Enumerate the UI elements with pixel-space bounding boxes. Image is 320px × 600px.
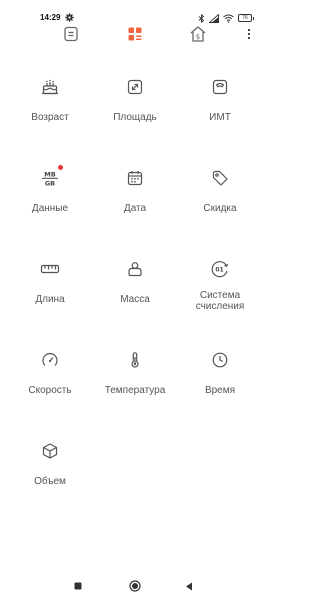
calendar-icon — [124, 167, 146, 189]
cake-icon — [39, 76, 61, 98]
more-options-button[interactable] — [238, 23, 260, 45]
battery-level: 76 — [242, 15, 248, 21]
numeral-system-icon: 01 — [209, 258, 231, 280]
tile-label: ИМТ — [209, 112, 231, 123]
ruler-icon — [39, 258, 61, 280]
tile-label: Длина — [35, 294, 65, 305]
svg-text:01: 01 — [215, 267, 223, 274]
square-icon — [74, 582, 82, 590]
tile-date[interactable]: Дата — [90, 153, 180, 233]
tile-label: Объем — [34, 476, 66, 487]
data-icon: MB GB — [39, 165, 63, 189]
signal-icon — [209, 13, 219, 23]
tile-time[interactable]: Время — [175, 335, 265, 415]
area-icon — [124, 76, 146, 98]
new-badge-dot — [58, 165, 63, 170]
calculator-icon — [64, 26, 78, 42]
calculator-tab[interactable] — [60, 23, 82, 45]
home-button[interactable] — [127, 578, 143, 594]
settings-gear-icon — [65, 13, 74, 22]
tile-label: Время — [204, 385, 236, 396]
tile-label: Система счисления — [195, 290, 245, 312]
tile-speed[interactable]: Скорость — [5, 335, 95, 415]
tile-label: Возраст — [31, 112, 69, 123]
tile-length[interactable]: Длина — [5, 244, 95, 324]
back-button[interactable] — [181, 578, 197, 594]
tile-volume[interactable]: Объем — [5, 426, 95, 506]
tile-numeral-system[interactable]: 01 Система счисления — [175, 244, 265, 324]
tile-label: Скорость — [28, 385, 72, 396]
top-nav: $ — [0, 23, 270, 47]
tile-label: Скидка — [203, 203, 237, 214]
tile-label: Площадь — [113, 112, 157, 123]
svg-text:MB: MB — [44, 171, 55, 179]
tile-mass[interactable]: Масса — [90, 244, 180, 324]
recents-button[interactable] — [70, 578, 86, 594]
finance-house-icon: $ — [190, 26, 206, 42]
clock-icon — [209, 349, 231, 371]
svg-text:$: $ — [196, 33, 200, 41]
tile-label: Масса — [120, 294, 150, 305]
battery-icon: 76 — [238, 14, 254, 22]
tile-temperature[interactable]: Температура — [90, 335, 180, 415]
tile-label: Дата — [123, 203, 147, 214]
tile-label: Температура — [104, 385, 166, 396]
status-indicators: 76 — [198, 13, 254, 23]
volume-icon — [39, 440, 61, 462]
converter-grid-icon — [128, 27, 142, 41]
tile-age[interactable]: Возраст — [5, 62, 95, 142]
finance-tab[interactable]: $ — [187, 23, 209, 45]
home-circle-icon — [129, 580, 141, 592]
back-triangle-icon — [186, 582, 192, 590]
more-vert-icon — [247, 28, 251, 40]
status-bar: 14:29 76 — [0, 0, 270, 23]
bluetooth-icon — [198, 13, 205, 23]
tile-label: Данные — [31, 203, 69, 214]
tag-icon — [209, 167, 231, 189]
thermometer-icon — [124, 349, 146, 371]
tile-area[interactable]: Площадь — [90, 62, 180, 142]
system-nav-bar — [0, 572, 270, 600]
wifi-icon — [223, 14, 234, 23]
status-time: 14:29 — [40, 13, 61, 22]
tile-discount[interactable]: Скидка — [175, 153, 265, 233]
tile-data[interactable]: MB GB Данные — [5, 153, 95, 233]
svg-text:GB: GB — [45, 180, 55, 188]
speedometer-icon — [39, 349, 61, 371]
scale-icon — [209, 76, 231, 98]
converter-tab[interactable] — [124, 23, 146, 45]
tile-bmi[interactable]: ИМТ — [175, 62, 265, 142]
weight-icon — [124, 258, 146, 280]
